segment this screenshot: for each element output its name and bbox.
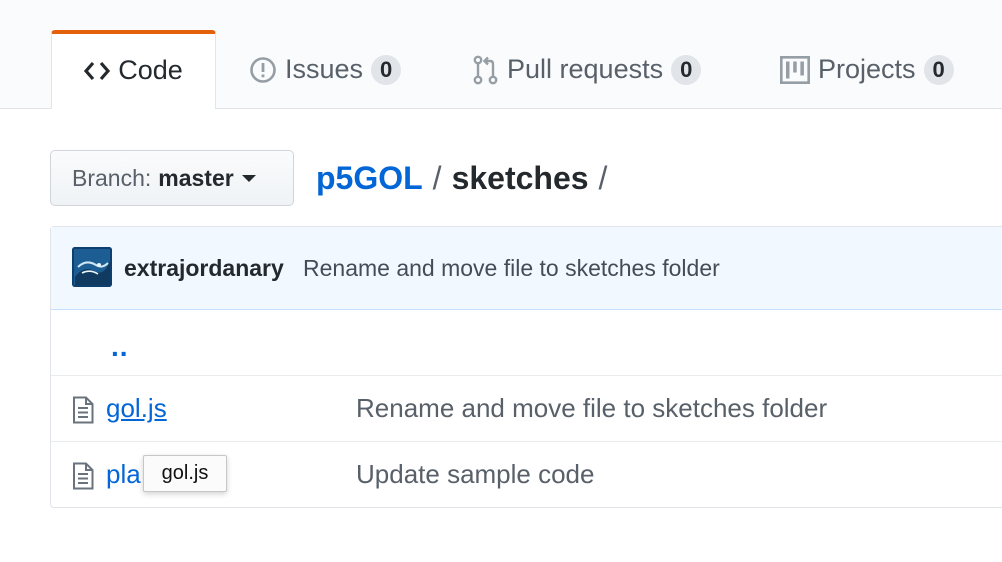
file-commit-message-link[interactable]: Update sample code <box>356 459 594 490</box>
tab-projects-label: Projects <box>818 54 916 84</box>
project-icon <box>780 55 810 84</box>
pull-requests-counter: 0 <box>671 54 702 85</box>
breadcrumb-separator: / <box>432 159 442 196</box>
breadcrumb-repo-link[interactable]: p5GOL <box>316 160 423 197</box>
file-name-tooltip: gol.js <box>143 455 227 492</box>
issues-counter: 0 <box>371 54 402 85</box>
tab-code[interactable]: Code <box>51 30 216 109</box>
tab-issues[interactable]: Issues 0 <box>249 30 402 109</box>
projects-counter: 0 <box>923 54 954 85</box>
tab-pull-requests[interactable]: Pull requests 0 <box>473 30 702 109</box>
table-row: gol.js Rename and move file to sketches … <box>51 375 1002 441</box>
repo-nav: Code Issues 0 Pull requests 0 Projects 0 <box>0 0 1002 109</box>
file-commit-message-link[interactable]: Rename and move file to sketches folder <box>356 393 827 424</box>
branch-prefix: Branch: <box>72 164 152 191</box>
git-pull-request-icon <box>473 55 499 85</box>
file-name-link[interactable]: gol.js <box>106 393 167 424</box>
file-icon <box>72 462 94 495</box>
breadcrumb-trailing-separator: / <box>598 159 608 196</box>
parent-directory-link[interactable]: .. <box>111 331 129 363</box>
commit-author-link[interactable]: extrajordanary <box>124 255 284 282</box>
tab-projects[interactable]: Projects 0 <box>780 30 954 109</box>
issue-opened-icon <box>249 56 277 84</box>
file-name-link[interactable]: pla <box>106 459 141 490</box>
breadcrumb: p5GOL / sketches / <box>316 156 617 200</box>
breadcrumb-current-folder: sketches <box>451 159 589 196</box>
tab-code-label: Code <box>118 55 183 85</box>
commit-message-link[interactable]: Rename and move file to sketches folder <box>303 255 720 282</box>
repo-page: Code Issues 0 Pull requests 0 Projects 0… <box>0 0 1002 562</box>
tab-pull-requests-label: Pull requests <box>507 54 664 84</box>
avatar[interactable] <box>72 247 112 287</box>
parent-directory-row: .. <box>51 309 1002 375</box>
code-icon <box>84 60 111 82</box>
branch-name: master <box>158 164 234 191</box>
latest-commit-bar: extrajordanary Rename and move file to s… <box>51 227 1002 310</box>
tab-issues-label: Issues <box>285 54 364 84</box>
branch-select-button[interactable]: Branch: master <box>50 150 294 206</box>
caret-down-icon <box>241 174 256 182</box>
file-icon <box>72 396 94 429</box>
